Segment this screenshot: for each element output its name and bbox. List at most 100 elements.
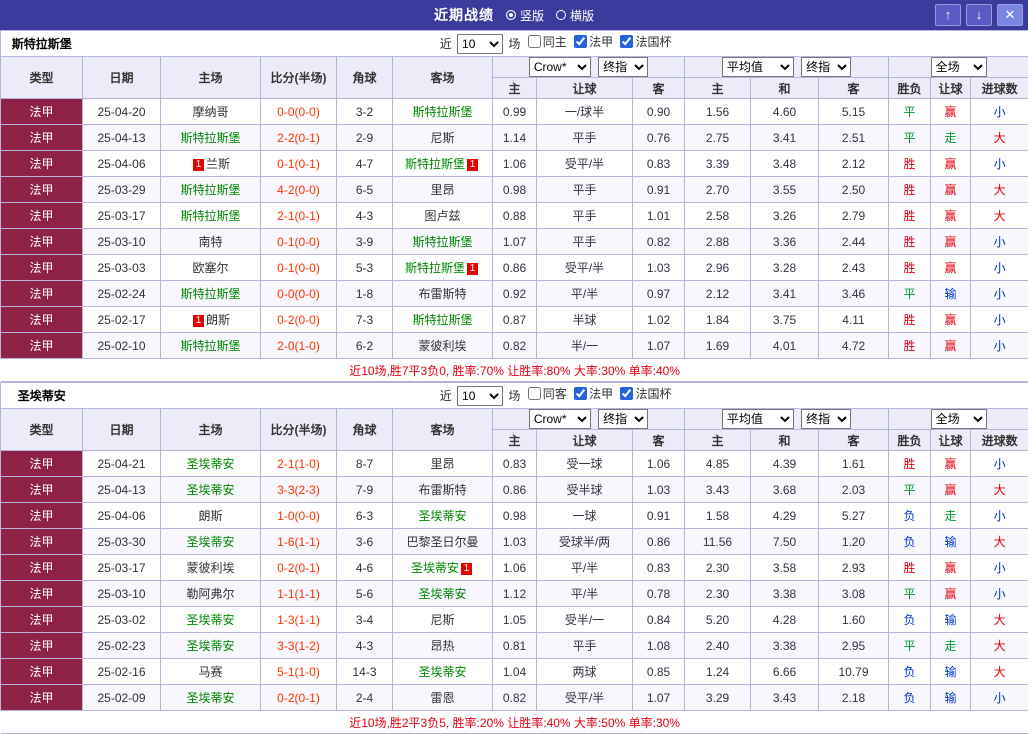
euro-home-odds: 1.56	[685, 99, 751, 125]
match-row: 法甲25-04-13斯特拉斯堡2-2(0-1)2-9尼斯1.14平手0.762.…	[1, 125, 1028, 151]
result-wdl: 胜	[889, 203, 931, 229]
match-date: 25-04-21	[83, 451, 161, 477]
home-team: 马赛	[161, 659, 261, 685]
corner-score: 6-2	[337, 333, 393, 359]
euro-away-odds: 10.79	[819, 659, 889, 685]
match-score: 2-1(0-1)	[261, 203, 337, 229]
recent-count-select[interactable]: 10	[457, 34, 503, 54]
cup-filter[interactable]: 法国杯	[620, 385, 671, 402]
red-card-badge: 1	[193, 315, 204, 327]
match-date: 25-03-02	[83, 607, 161, 633]
scroll-up-button[interactable]: ↑	[935, 4, 961, 26]
match-row: 法甲25-02-09圣埃蒂安0-2(0-1)2-4雷恩0.82受平/半1.073…	[1, 685, 1028, 711]
radio-horizontal-label: 横版	[570, 7, 594, 24]
result-goals: 大	[971, 659, 1028, 685]
away-team: 布雷斯特	[393, 281, 493, 307]
recent-count-select[interactable]: 10	[457, 386, 503, 406]
handicap-away-odds: 0.76	[633, 125, 685, 151]
handicap-stage-select[interactable]: 终指	[598, 409, 648, 429]
bookmaker-select[interactable]: Crow*	[529, 57, 591, 77]
match-score: 1-6(1-1)	[261, 529, 337, 555]
result-wdl: 负	[889, 659, 931, 685]
col-header-euro-away: 客	[819, 430, 889, 451]
match-row: 法甲25-03-29斯特拉斯堡4-2(0-0)6-5里昂0.98平手0.912.…	[1, 177, 1028, 203]
col-header-corner: 角球	[337, 57, 393, 99]
same-venue-filter[interactable]: 同客	[528, 385, 567, 402]
same-venue-label: 同客	[543, 385, 567, 402]
match-date: 25-03-03	[83, 255, 161, 281]
handicap-line: 受平/半	[537, 255, 633, 281]
same-venue-checkbox[interactable]	[528, 35, 541, 48]
col-header-goals: 进球数	[971, 430, 1028, 451]
away-team: 巴黎圣日尔曼	[393, 529, 493, 555]
away-team: 斯特拉斯堡	[393, 99, 493, 125]
result-handicap: 赢	[931, 229, 971, 255]
euro-home-odds: 2.30	[685, 555, 751, 581]
euro-away-odds: 1.20	[819, 529, 889, 555]
result-goals: 大	[971, 607, 1028, 633]
league-filter[interactable]: 法甲	[574, 33, 613, 50]
handicap-line: 受半球	[537, 477, 633, 503]
away-team: 图卢兹	[393, 203, 493, 229]
league-checkbox[interactable]	[574, 35, 587, 48]
col-header-goals: 进球数	[971, 78, 1028, 99]
handicap-away-odds: 0.84	[633, 607, 685, 633]
home-team: 圣埃蒂安	[161, 477, 261, 503]
result-handicap: 赢	[931, 477, 971, 503]
cup-checkbox[interactable]	[620, 35, 633, 48]
average-select[interactable]: 平均值	[722, 57, 794, 77]
league-type: 法甲	[1, 99, 83, 125]
home-team: 圣埃蒂安	[161, 607, 261, 633]
cup-filter[interactable]: 法国杯	[620, 33, 671, 50]
col-header-date: 日期	[83, 409, 161, 451]
corner-score: 3-2	[337, 99, 393, 125]
scope-select[interactable]: 全场	[931, 57, 987, 77]
euro-home-odds: 1.58	[685, 503, 751, 529]
result-handicap: 输	[931, 529, 971, 555]
handicap-away-odds: 0.83	[633, 555, 685, 581]
league-type: 法甲	[1, 451, 83, 477]
euro-away-odds: 2.93	[819, 555, 889, 581]
match-row: 法甲25-02-16马赛5-1(1-0)14-3圣埃蒂安1.04两球0.851.…	[1, 659, 1028, 685]
average-select[interactable]: 平均值	[722, 409, 794, 429]
league-checkbox[interactable]	[574, 387, 587, 400]
cup-checkbox[interactable]	[620, 387, 633, 400]
bookmaker-select[interactable]: Crow*	[529, 409, 591, 429]
handicap-home-odds: 1.04	[493, 659, 537, 685]
same-venue-checkbox[interactable]	[528, 387, 541, 400]
euro-draw-odds: 3.58	[751, 555, 819, 581]
euro-stage-select[interactable]: 终指	[801, 57, 851, 77]
titlebar-buttons: ↑ ↓ ✕	[935, 4, 1023, 26]
result-wdl: 胜	[889, 555, 931, 581]
euro-home-odds: 2.40	[685, 633, 751, 659]
league-filter[interactable]: 法甲	[574, 385, 613, 402]
handicap-stage-select[interactable]: 终指	[598, 57, 648, 77]
handicap-home-odds: 1.12	[493, 581, 537, 607]
corner-score: 1-8	[337, 281, 393, 307]
match-row: 法甲25-04-061兰斯0-1(0-1)4-7斯特拉斯堡11.06受平/半0.…	[1, 151, 1028, 177]
handicap-away-odds: 0.82	[633, 229, 685, 255]
result-goals: 小	[971, 281, 1028, 307]
col-header-handicap-home: 主	[493, 78, 537, 99]
euro-home-odds: 5.20	[685, 607, 751, 633]
scope-select[interactable]: 全场	[931, 409, 987, 429]
euro-draw-odds: 4.39	[751, 451, 819, 477]
up-arrow-icon: ↑	[945, 7, 952, 22]
radio-vertical-layout[interactable]: 竖版	[506, 7, 544, 24]
close-button[interactable]: ✕	[997, 4, 1023, 26]
handicap-line: 受平/半	[537, 151, 633, 177]
handicap-away-odds: 0.85	[633, 659, 685, 685]
result-handicap: 赢	[931, 333, 971, 359]
corner-score: 2-9	[337, 125, 393, 151]
radio-horizontal-layout[interactable]: 横版	[556, 7, 594, 24]
euro-stage-select[interactable]: 终指	[801, 409, 851, 429]
result-wdl: 平	[889, 581, 931, 607]
euro-home-odds: 2.58	[685, 203, 751, 229]
home-team: 1朗斯	[161, 307, 261, 333]
result-handicap: 走	[931, 503, 971, 529]
same-venue-filter[interactable]: 同主	[528, 33, 567, 50]
red-card-badge: 1	[467, 263, 478, 275]
scroll-down-button[interactable]: ↓	[966, 4, 992, 26]
cup-label: 法国杯	[635, 385, 671, 402]
home-team: 斯特拉斯堡	[161, 203, 261, 229]
